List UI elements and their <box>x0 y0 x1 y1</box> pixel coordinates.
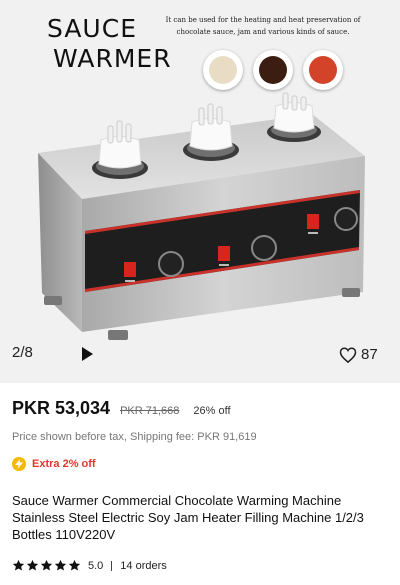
play-icon[interactable] <box>82 347 93 361</box>
heart-icon <box>339 346 357 363</box>
current-price: PKR 53,034 <box>12 398 111 418</box>
star-rating <box>12 559 81 572</box>
divider <box>111 560 113 571</box>
discount-label: 26% off <box>193 405 231 417</box>
product-title: Sauce Warmer Commercial Chocolate Warmin… <box>12 493 364 542</box>
price-row: PKR 53,034 PKR 71,668 26% off <box>12 398 231 419</box>
order-count: 14 orders <box>120 559 167 572</box>
rating-value: 5.0 <box>88 559 104 572</box>
sauce-warmer-machine-image <box>38 92 365 340</box>
product-image-carousel[interactable]: SAUCE WARMER It can be used for the heat… <box>0 0 400 383</box>
star-icon <box>68 559 81 571</box>
star-icon <box>12 559 25 571</box>
original-price: PKR 71,668 <box>120 405 180 417</box>
star-icon <box>26 559 39 571</box>
like-button[interactable]: 87 <box>339 346 378 363</box>
extra-discount-badge[interactable]: Extra 2% off <box>12 457 96 471</box>
like-count: 87 <box>361 346 378 363</box>
tax-shipping-note: Price shown before tax, Shipping fee: PK… <box>12 431 257 443</box>
star-icon <box>54 559 67 571</box>
image-counter: 2/8 <box>12 344 33 361</box>
lightning-icon <box>12 457 26 471</box>
extra-discount-label: Extra 2% off <box>32 458 96 470</box>
rating-row[interactable]: 5.0 14 orders <box>12 559 167 572</box>
star-icon <box>40 559 53 571</box>
